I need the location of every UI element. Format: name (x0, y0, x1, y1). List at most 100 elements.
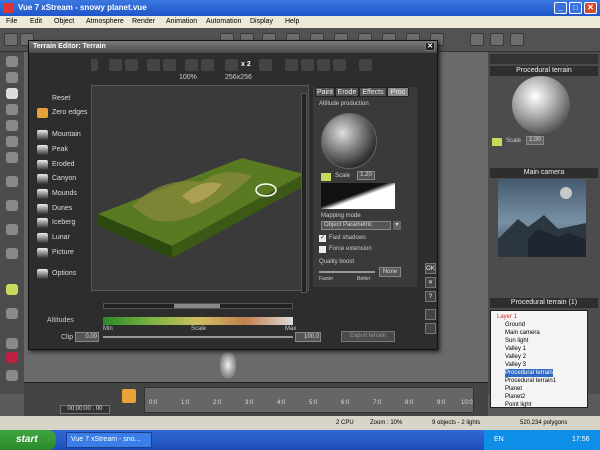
filter-curve[interactable] (321, 183, 395, 209)
tool-icon[interactable] (333, 59, 346, 71)
text-icon[interactable] (6, 88, 18, 99)
pick-icon[interactable] (492, 138, 502, 146)
clip-min-field[interactable]: 0.00 (75, 332, 99, 342)
object-icon[interactable] (6, 248, 18, 259)
material-preview-sphere[interactable] (512, 76, 570, 134)
view-horizontal-scrollbar[interactable] (103, 303, 293, 309)
layer-item[interactable]: Sun light (505, 337, 528, 345)
start-button[interactable]: start (0, 430, 56, 450)
object-icon[interactable] (6, 200, 18, 211)
rock-icon[interactable] (6, 120, 18, 131)
tool-icon[interactable] (301, 59, 314, 71)
close-button[interactable]: ✕ (584, 2, 597, 14)
redo-icon[interactable] (163, 59, 176, 71)
scroll-thumb[interactable] (174, 304, 220, 308)
minimize-button[interactable]: _ (554, 2, 567, 14)
layer-item[interactable]: Valley 2 (505, 353, 526, 361)
layer-item[interactable]: Layer 1 (497, 313, 517, 321)
chevron-down-icon[interactable]: ▾ (393, 221, 401, 230)
tab-effects[interactable]: Effects (359, 87, 387, 97)
taskbar-vue-button[interactable]: Vue 7 xStream - sno... (66, 432, 152, 448)
dialog-close-button[interactable]: ✕ (425, 42, 435, 51)
mapping-mode-select[interactable]: Object Parametric (321, 221, 391, 230)
copy-icon[interactable] (109, 59, 122, 71)
altitude-gradient-bar[interactable] (103, 317, 293, 325)
layer-item[interactable]: Planet2 (505, 393, 525, 401)
layer-item[interactable]: Point light (505, 401, 531, 409)
camera-icon[interactable] (6, 308, 18, 319)
menu-animation[interactable]: Animation (166, 16, 197, 28)
zoom-in-icon[interactable] (185, 59, 198, 71)
tool-icon[interactable] (359, 59, 372, 71)
cancel-button[interactable]: ✕ (425, 277, 436, 288)
light-icon[interactable] (6, 284, 18, 295)
sphere-icon[interactable] (6, 72, 18, 83)
help-button[interactable]: ? (425, 291, 436, 302)
time-field[interactable]: 00:00:00 . 00 (60, 405, 110, 414)
maximize-button[interactable]: □ (569, 2, 582, 14)
pick-icon[interactable] (321, 173, 331, 181)
tool-icon[interactable] (285, 59, 298, 71)
layer-item-selected[interactable]: Procedural terrain (505, 369, 553, 377)
resolution-icon[interactable] (259, 59, 272, 71)
menu-display[interactable]: Display (250, 16, 273, 28)
cube-icon[interactable] (6, 56, 18, 67)
layer-item[interactable]: Planet (505, 385, 522, 393)
page-icon[interactable] (425, 323, 436, 334)
timeline-track[interactable]: 0:0 1:0 2:0 3:0 4:0 5:0 6:0 7:0 8:0 9:0 … (144, 387, 474, 413)
tab-proc[interactable]: Proc (387, 87, 409, 97)
clip-slider[interactable] (103, 336, 293, 338)
resolution-icon[interactable] (225, 59, 238, 71)
brush-icon[interactable] (6, 176, 18, 187)
playback-controls[interactable] (32, 387, 112, 395)
timeline-tick: 3:0 (245, 400, 254, 406)
layer-item[interactable]: Main camera (505, 329, 540, 337)
plant-icon[interactable] (6, 136, 18, 147)
paste-icon[interactable] (125, 59, 138, 71)
menu-automation[interactable]: Automation (206, 16, 241, 28)
view-vertical-scrollbar[interactable] (301, 93, 307, 293)
zoom-icon[interactable] (6, 370, 18, 381)
layout-icon[interactable] (490, 33, 504, 46)
export-terrain-button[interactable]: Export terrain (341, 331, 395, 342)
menu-edit[interactable]: Edit (30, 16, 42, 28)
language-indicator[interactable]: EN (494, 430, 504, 450)
render-icon[interactable] (470, 33, 484, 46)
layer-item[interactable]: Procedural terrain1 (505, 377, 556, 385)
undo-icon[interactable] (147, 59, 160, 71)
layout-icon[interactable] (510, 33, 524, 46)
menu-help[interactable]: Help (285, 16, 299, 28)
menu-file[interactable]: File (6, 16, 17, 28)
x2-label[interactable]: x 2 (241, 61, 251, 68)
clip-max-field[interactable]: 100.0 (295, 332, 321, 342)
layer-item[interactable]: Valley 1 (505, 345, 526, 353)
record-icon[interactable] (6, 352, 18, 363)
menu-atmosphere[interactable]: Atmosphere (86, 16, 124, 28)
tab-erode[interactable]: Erode (335, 87, 359, 97)
terrain-icon[interactable] (6, 104, 18, 115)
material-preview-sphere[interactable] (321, 113, 377, 169)
quality-boost-slider[interactable] (319, 271, 375, 273)
menu-render[interactable]: Render (132, 16, 155, 28)
terrain-3d-view[interactable] (91, 85, 309, 291)
ok-button[interactable]: OK (425, 263, 436, 274)
camera-preview[interactable] (498, 179, 586, 257)
select-icon[interactable] (6, 338, 18, 349)
plane-icon[interactable] (6, 152, 18, 163)
layer-item[interactable]: Valley 3 (505, 361, 526, 369)
zoom-out-icon[interactable] (201, 59, 214, 71)
right-panel-tabs[interactable] (490, 54, 598, 64)
tool-icon[interactable] (317, 59, 330, 71)
scale-field[interactable]: 1.00 (526, 136, 544, 145)
menu-object[interactable]: Object (54, 16, 74, 28)
page-icon[interactable] (425, 309, 436, 320)
layer-item[interactable]: Ground (505, 321, 525, 329)
none-button[interactable]: None (379, 267, 401, 277)
force-extension-checkbox[interactable] (319, 246, 326, 253)
fast-shadows-checkbox[interactable]: ✓ (319, 235, 326, 242)
tab-paint[interactable]: Paint (315, 87, 335, 97)
keyframe-icon[interactable] (122, 389, 136, 403)
object-icon[interactable] (6, 224, 18, 235)
scale-field[interactable]: 1.20 (357, 171, 375, 180)
new-icon[interactable] (4, 33, 18, 46)
